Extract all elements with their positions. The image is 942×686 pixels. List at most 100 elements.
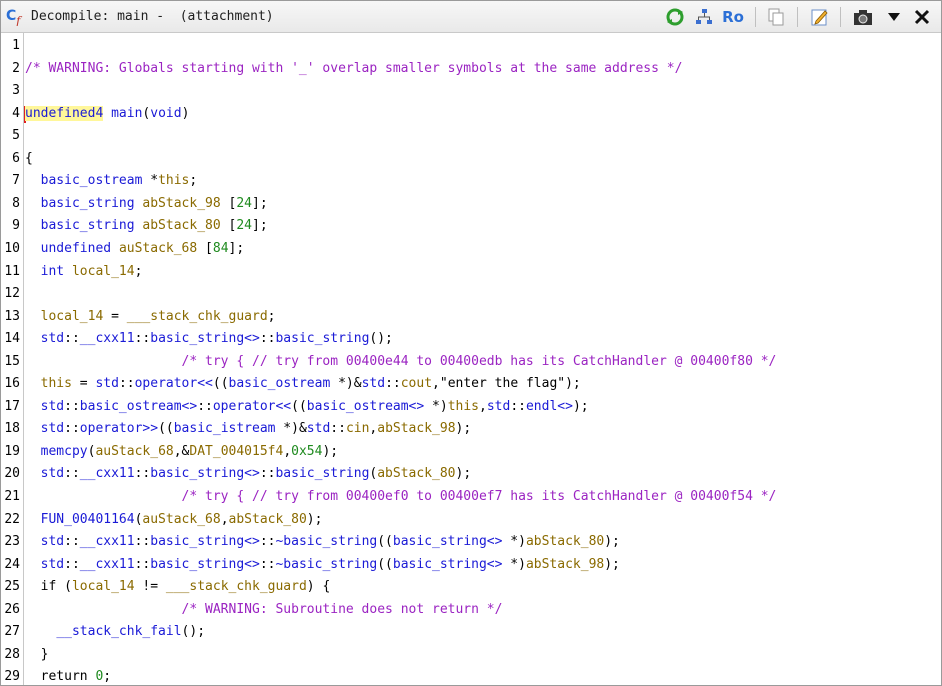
code-token[interactable]: memcpy — [41, 444, 88, 459]
code-text[interactable]: memcpy(auStack_68,&DAT_004015f4,0x54); — [25, 442, 338, 462]
code-token[interactable] — [25, 331, 41, 346]
code-token[interactable] — [64, 264, 72, 279]
code-token[interactable]: , — [283, 444, 291, 459]
code-token[interactable]: std — [487, 399, 510, 414]
code-line[interactable]: 18 std::operator>>((basic_istream *)&std… — [1, 419, 941, 439]
code-token[interactable]: *) — [502, 557, 526, 572]
graph-button[interactable] — [693, 6, 715, 28]
code-token[interactable]: ___stack_chk_guard — [166, 579, 307, 594]
code-text[interactable]: std::__cxx11::basic_string<>::basic_stri… — [25, 329, 393, 349]
code-text[interactable]: FUN_00401164(auStack_68,abStack_80); — [25, 510, 323, 530]
code-token[interactable]: abStack_98 — [142, 196, 220, 211]
code-token[interactable] — [25, 534, 41, 549]
code-token[interactable]: /* WARNING: Globals starting with '_' ov… — [25, 61, 682, 76]
code-line[interactable]: 17 std::basic_ostream<>::operator<<((bas… — [1, 397, 941, 417]
code-token[interactable]: ); — [573, 399, 589, 414]
code-token[interactable] — [25, 444, 41, 459]
code-token[interactable] — [25, 309, 41, 324]
code-token[interactable]: /* WARNING: Subroutine does not return *… — [182, 602, 503, 617]
code-text[interactable]: undefined auStack_68 [84]; — [25, 239, 245, 259]
code-token[interactable]: :: — [135, 331, 151, 346]
code-token[interactable]: (); — [369, 331, 392, 346]
code-token[interactable]: basic_string<> — [150, 331, 260, 346]
code-token[interactable]: basic_ostream — [229, 376, 331, 391]
code-token[interactable]: std — [307, 421, 330, 436]
code-text[interactable]: this = std::operator<<((basic_ostream *)… — [25, 374, 581, 394]
code-token[interactable]: ]; — [252, 196, 268, 211]
code-token[interactable] — [25, 218, 41, 233]
code-text[interactable]: /* WARNING: Globals starting with '_' ov… — [25, 59, 682, 79]
code-token[interactable]: std — [41, 534, 64, 549]
code-line[interactable]: 27 __stack_chk_fail(); — [1, 622, 941, 642]
code-token[interactable]: abStack_98 — [377, 421, 455, 436]
code-text[interactable]: if (local_14 != ___stack_chk_guard) { — [25, 577, 331, 597]
code-token[interactable] — [25, 466, 41, 481]
code-token[interactable]: this — [41, 376, 72, 391]
code-token[interactable]: std — [41, 557, 64, 572]
code-line[interactable]: 23 std::__cxx11::basic_string<>::~basic_… — [1, 532, 941, 552]
code-line[interactable]: 16 this = std::operator<<((basic_ostream… — [1, 374, 941, 394]
code-line[interactable]: 15 /* try { // try from 00400e44 to 0040… — [1, 352, 941, 372]
code-token[interactable]: ); — [456, 421, 472, 436]
code-token[interactable]: ]; — [229, 241, 245, 256]
code-text[interactable]: basic_string abStack_98 [24]; — [25, 194, 268, 214]
code-token[interactable]: ); — [456, 466, 472, 481]
code-token[interactable] — [25, 624, 56, 639]
code-token[interactable] — [25, 376, 41, 391]
code-token[interactable]: (( — [377, 557, 393, 572]
code-token[interactable]: abStack_80 — [377, 466, 455, 481]
code-token[interactable] — [25, 489, 182, 504]
code-token[interactable]: ( — [56, 579, 72, 594]
code-token[interactable]: *) — [502, 534, 526, 549]
code-token[interactable]: auStack_68 — [142, 512, 220, 527]
code-text[interactable]: std::__cxx11::basic_string<>::~basic_str… — [25, 532, 620, 552]
code-token[interactable]: basic_string<> — [393, 534, 503, 549]
code-token[interactable]: :: — [135, 534, 151, 549]
code-line[interactable]: 13 local_14 = ___stack_chk_guard; — [1, 307, 941, 327]
code-token[interactable]: endl<> — [526, 399, 573, 414]
code-token[interactable]: :: — [64, 421, 80, 436]
code-token[interactable]: [ — [197, 241, 213, 256]
code-token[interactable] — [25, 557, 41, 572]
code-line[interactable]: 22 FUN_00401164(auStack_68,abStack_80); — [1, 510, 941, 530]
code-token[interactable] — [25, 241, 41, 256]
code-text[interactable]: basic_string abStack_80 [24]; — [25, 216, 268, 236]
code-token[interactable]: abStack_98 — [526, 557, 604, 572]
code-token[interactable]: :: — [64, 331, 80, 346]
code-line[interactable]: 5 — [1, 126, 941, 146]
code-token[interactable]: :: — [510, 399, 526, 414]
code-token[interactable]: undefined — [41, 241, 111, 256]
code-token[interactable]: :: — [64, 399, 80, 414]
code-text[interactable]: undefined4 main(void) — [25, 104, 189, 124]
code-token[interactable]: *)& — [330, 376, 362, 391]
code-text[interactable]: std::__cxx11::basic_string<>::basic_stri… — [25, 464, 472, 484]
code-token[interactable]: (( — [377, 534, 393, 549]
code-token[interactable]: :: — [260, 331, 276, 346]
code-token[interactable]: ; — [103, 669, 111, 684]
code-token[interactable]: int — [41, 264, 64, 279]
close-button[interactable] — [911, 6, 933, 28]
code-token[interactable] — [25, 354, 182, 369]
code-line[interactable]: 6{ — [1, 149, 941, 169]
code-token[interactable] — [111, 241, 119, 256]
code-token[interactable]: 84 — [213, 241, 229, 256]
code-token[interactable]: auStack_68 — [95, 444, 173, 459]
code-token[interactable]: operator<< — [213, 399, 291, 414]
code-token[interactable]: :: — [260, 466, 276, 481]
code-token[interactable]: abStack_80 — [526, 534, 604, 549]
code-token[interactable]: __cxx11 — [80, 557, 135, 572]
code-token[interactable]: (( — [213, 376, 229, 391]
code-token[interactable]: ); — [604, 557, 620, 572]
code-text[interactable]: /* try { // try from 00400e44 to 00400ed… — [25, 352, 777, 372]
code-line[interactable]: 21 /* try { // try from 00400ef0 to 0040… — [1, 487, 941, 507]
code-token[interactable]: :: — [135, 557, 151, 572]
code-token[interactable]: 24 — [236, 196, 252, 211]
code-text[interactable]: __stack_chk_fail(); — [25, 622, 205, 642]
code-line[interactable]: 28 } — [1, 645, 941, 665]
code-line[interactable]: 26 /* WARNING: Subroutine does not retur… — [1, 600, 941, 620]
code-token[interactable]: basic_ostream<> — [80, 399, 197, 414]
code-token[interactable]: local_14 — [72, 264, 135, 279]
code-text[interactable]: std::__cxx11::basic_string<>::~basic_str… — [25, 555, 620, 575]
refresh-button[interactable] — [664, 6, 686, 28]
code-token[interactable]: std — [41, 421, 64, 436]
